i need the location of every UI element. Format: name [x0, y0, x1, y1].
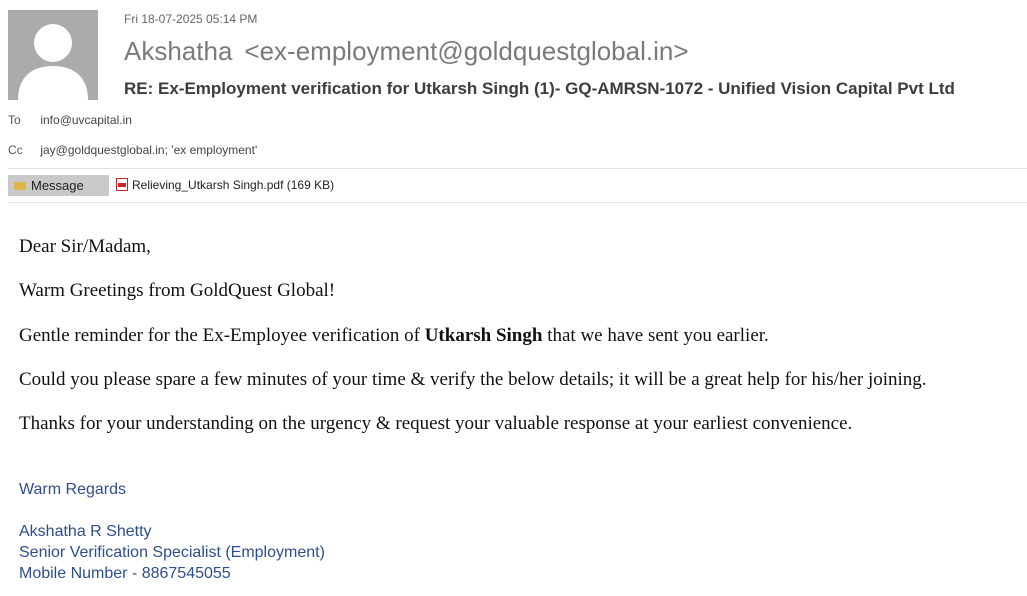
body-line-2-pre: Gentle reminder for the Ex-Employee veri…: [19, 325, 425, 346]
attachment-divider: [8, 202, 1027, 203]
cc-label: Cc: [8, 143, 23, 157]
sender-avatar: [8, 10, 98, 100]
cc-recipients[interactable]: jay@goldquestglobal.in; 'ex employment': [40, 143, 257, 157]
to-row: To info@uvcapital.in: [8, 113, 132, 127]
signature-name: Akshatha R Shetty: [19, 523, 152, 540]
body-line-1: Warm Greetings from GoldQuest Global!: [19, 280, 336, 301]
candidate-name: Utkarsh Singh: [424, 325, 543, 346]
sender-name[interactable]: Akshatha: [124, 36, 232, 66]
attachment-item[interactable]: Relieving_Utkarsh Singh.pdf (169 KB): [116, 178, 334, 192]
body-line-4: Thanks for your understanding on the urg…: [19, 413, 853, 434]
signature-mobile: Mobile Number - 8867545055: [19, 565, 231, 582]
envelope-icon: [14, 182, 26, 190]
body-line-3: Could you please spare a few minutes of …: [19, 369, 927, 390]
to-label: To: [8, 113, 21, 127]
email-subject: RE: Ex-Employment verification for Utkar…: [124, 79, 955, 98]
greeting: Dear Sir/Madam,: [19, 236, 151, 257]
user-silhouette-icon: [18, 24, 88, 100]
body-line-2: Gentle reminder for the Ex-Employee veri…: [19, 325, 769, 347]
to-recipient[interactable]: info@uvcapital.in: [40, 113, 132, 127]
body-line-2-post: that we have sent you earlier.: [542, 325, 769, 346]
cc-row: Cc jay@goldquestglobal.in; 'ex employmen…: [8, 143, 257, 157]
sent-datetime: Fri 18-07-2025 05:14 PM: [124, 12, 258, 26]
sender[interactable]: Akshatha <ex-employment@goldquestglobal.i…: [124, 36, 689, 67]
header-divider: [8, 168, 1027, 169]
attachment-label: Relieving_Utkarsh Singh.pdf (169 KB): [132, 178, 335, 192]
message-tab-label: Message: [31, 178, 84, 193]
sender-email[interactable]: <ex-employment@goldquestglobal.in>: [244, 36, 688, 66]
signature-regards: Warm Regards: [19, 481, 126, 498]
message-tab[interactable]: Message: [8, 175, 109, 196]
signature-title: Senior Verification Specialist (Employme…: [19, 544, 325, 561]
pdf-file-icon: [116, 178, 128, 191]
